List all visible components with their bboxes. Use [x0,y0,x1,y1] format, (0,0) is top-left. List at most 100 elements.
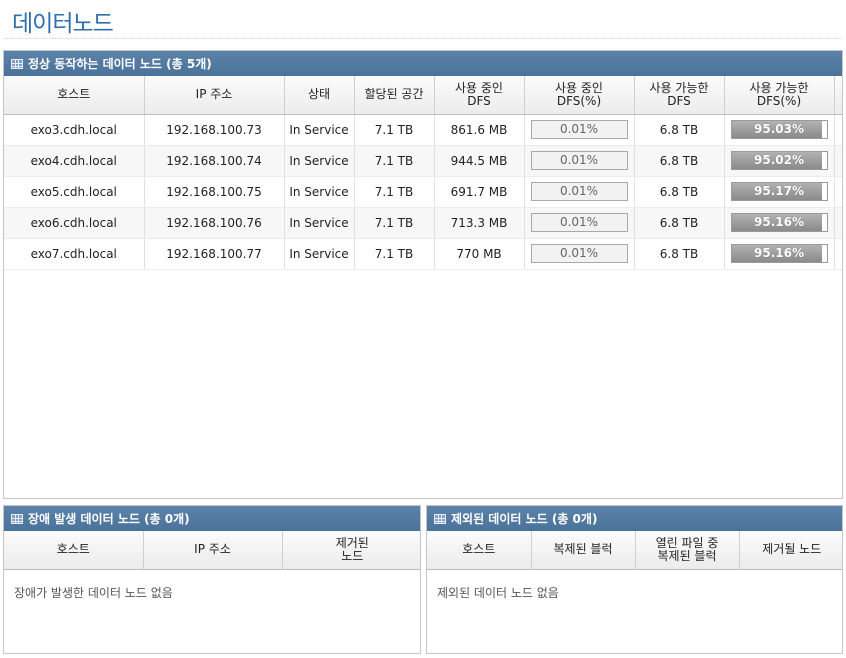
ip-cell: 192.168.100.75 [144,176,285,208]
used-pct-cell: 0.01% [524,145,635,177]
col-open-file-replicated-blocks[interactable]: 열린 파일 중 복제된 블럭 [635,531,740,570]
host-cell[interactable]: exo4.cdh.local [4,145,145,177]
table-row: exo3.cdh.local 192.168.100.73 In Service 7.… [4,114,842,146]
dead-datanodes-panel: 장애 발생 데이터 노드 (총 0개) 호스트 IP 주소 제거된 노드 장애가… [3,505,421,654]
spacer-cell [834,207,842,239]
used-cell: 770 MB [434,238,525,270]
host-cell[interactable]: exo3.cdh.local [4,114,145,146]
used-pct-label: 0.01% [559,153,599,167]
live-table-header-row: 호스트 IP 주소 상태 할당된 공간 사용 중인 DFS 사용 중인 DFS(… [4,76,842,115]
remaining-pct-cell: 95.02% [724,145,835,177]
col-ip[interactable]: IP 주소 [143,531,283,570]
spacer-cell [834,176,842,208]
grid-table-icon [11,58,23,69]
used-progress-bar: 0.01% [530,151,628,170]
remaining-pct-label: 95.02% [754,153,804,167]
state-cell: In Service [284,207,355,239]
used-pct-label: 0.01% [559,215,599,229]
capacity-cell: 7.1 TB [354,176,435,208]
ip-cell: 192.168.100.74 [144,145,285,177]
ip-cell: 192.168.100.77 [144,238,285,270]
spacer-cell [834,145,842,177]
used-pct-cell: 0.01% [524,114,635,146]
decommissioning-empty-message: 제외된 데이터 노드 없음 [437,585,559,600]
remaining-pct-cell: 95.16% [724,207,835,239]
title-divider [4,38,842,39]
used-progress-bar: 0.01% [530,182,628,201]
dead-empty-message: 장애가 발생한 데이터 노드 없음 [14,585,173,600]
capacity-cell: 7.1 TB [354,145,435,177]
used-pct-cell: 0.01% [524,238,635,270]
table-row: exo4.cdh.local 192.168.100.74 In Service 7.… [4,145,842,177]
ip-cell: 192.168.100.76 [144,207,285,239]
remaining-progress-bar: 95.02% [730,151,828,170]
col-host[interactable]: 호스트 [4,76,145,115]
col-replicated-blocks[interactable]: 복제된 블럭 [531,531,636,570]
live-table-body: exo3.cdh.local 192.168.100.73 In Service 7.… [4,114,842,270]
decom-table-header-row: 호스트 복제된 블럭 열린 파일 중 복제된 블럭 제거될 노드 [427,531,842,570]
col-state[interactable]: 상태 [284,76,355,115]
col-host[interactable]: 호스트 [427,531,532,570]
remaining-cell: 6.8 TB [634,238,725,270]
remaining-cell: 6.8 TB [634,207,725,239]
remaining-pct-cell: 95.03% [724,114,835,146]
state-cell: In Service [284,238,355,270]
used-cell: 691.7 MB [434,176,525,208]
host-cell[interactable]: exo6.cdh.local [4,207,145,239]
used-progress-bar: 0.01% [530,120,628,139]
capacity-cell: 7.1 TB [354,207,435,239]
col-used-dfs[interactable]: 사용 중인 DFS [434,76,525,115]
col-used-dfs-pct[interactable]: 사용 중인 DFS(%) [524,76,635,115]
used-progress-bar: 0.01% [530,213,628,232]
capacity-cell: 7.1 TB [354,114,435,146]
remaining-progress-bar: 95.16% [730,213,828,232]
grid-table-icon [11,513,23,524]
live-datanodes-header: 정상 동작하는 데이터 노드 (총 5개) [4,51,842,76]
spacer-cell [834,114,842,146]
used-cell: 713.3 MB [434,207,525,239]
col-decommissioned[interactable]: 제거된 노드 [282,531,420,570]
grid-table-icon [434,513,446,524]
decommissioning-datanodes-table: 호스트 복제된 블럭 열린 파일 중 복제된 블럭 제거될 노드 [427,531,842,570]
col-nodes-to-remove[interactable]: 제거될 노드 [739,531,842,570]
col-capacity[interactable]: 할당된 공간 [354,76,435,115]
remaining-progress-bar: 95.03% [730,120,828,139]
decommissioning-datanodes-panel: 제외된 데이터 노드 (총 0개) 호스트 복제된 블럭 열린 파일 중 복제된… [426,505,843,654]
remaining-cell: 6.8 TB [634,145,725,177]
used-pct-cell: 0.01% [524,207,635,239]
used-cell: 861.6 MB [434,114,525,146]
table-row: exo5.cdh.local 192.168.100.75 In Service 7.… [4,176,842,208]
state-cell: In Service [284,176,355,208]
dead-datanodes-title: 장애 발생 데이터 노드 (총 0개) [28,512,190,526]
used-pct-label: 0.01% [559,246,599,260]
live-datanodes-title: 정상 동작하는 데이터 노드 (총 5개) [28,57,212,71]
remaining-progress-bar: 95.16% [730,244,828,263]
col-ip[interactable]: IP 주소 [144,76,285,115]
capacity-cell: 7.1 TB [354,238,435,270]
dead-datanodes-table: 호스트 IP 주소 제거된 노드 [4,531,420,570]
used-pct-cell: 0.01% [524,176,635,208]
remaining-pct-cell: 95.17% [724,176,835,208]
page-title: 데이터노드 [12,11,114,37]
spacer-cell [834,238,842,270]
remaining-pct-label: 95.03% [754,122,804,136]
decommissioning-datanodes-title: 제외된 데이터 노드 (총 0개) [451,512,598,526]
dead-datanodes-header: 장애 발생 데이터 노드 (총 0개) [4,506,420,531]
live-datanodes-table: 호스트 IP 주소 상태 할당된 공간 사용 중인 DFS 사용 중인 DFS(… [4,76,842,270]
state-cell: In Service [284,114,355,146]
remaining-pct-label: 95.17% [754,184,804,198]
live-datanodes-panel: 정상 동작하는 데이터 노드 (총 5개) 호스트 IP 주소 상태 할당된 공… [3,50,843,499]
host-cell[interactable]: exo7.cdh.local [4,238,145,270]
used-pct-label: 0.01% [559,184,599,198]
used-pct-label: 0.01% [559,122,599,136]
col-host[interactable]: 호스트 [4,531,144,570]
remaining-cell: 6.8 TB [634,114,725,146]
host-cell[interactable]: exo5.cdh.local [4,176,145,208]
decommissioning-datanodes-header: 제외된 데이터 노드 (총 0개) [427,506,842,531]
col-remaining-dfs-pct[interactable]: 사용 가능한 DFS(%) [724,76,835,115]
remaining-cell: 6.8 TB [634,176,725,208]
remaining-pct-cell: 95.16% [724,238,835,270]
col-remaining-dfs[interactable]: 사용 가능한 DFS [634,76,725,115]
used-progress-bar: 0.01% [530,244,628,263]
ip-cell: 192.168.100.73 [144,114,285,146]
